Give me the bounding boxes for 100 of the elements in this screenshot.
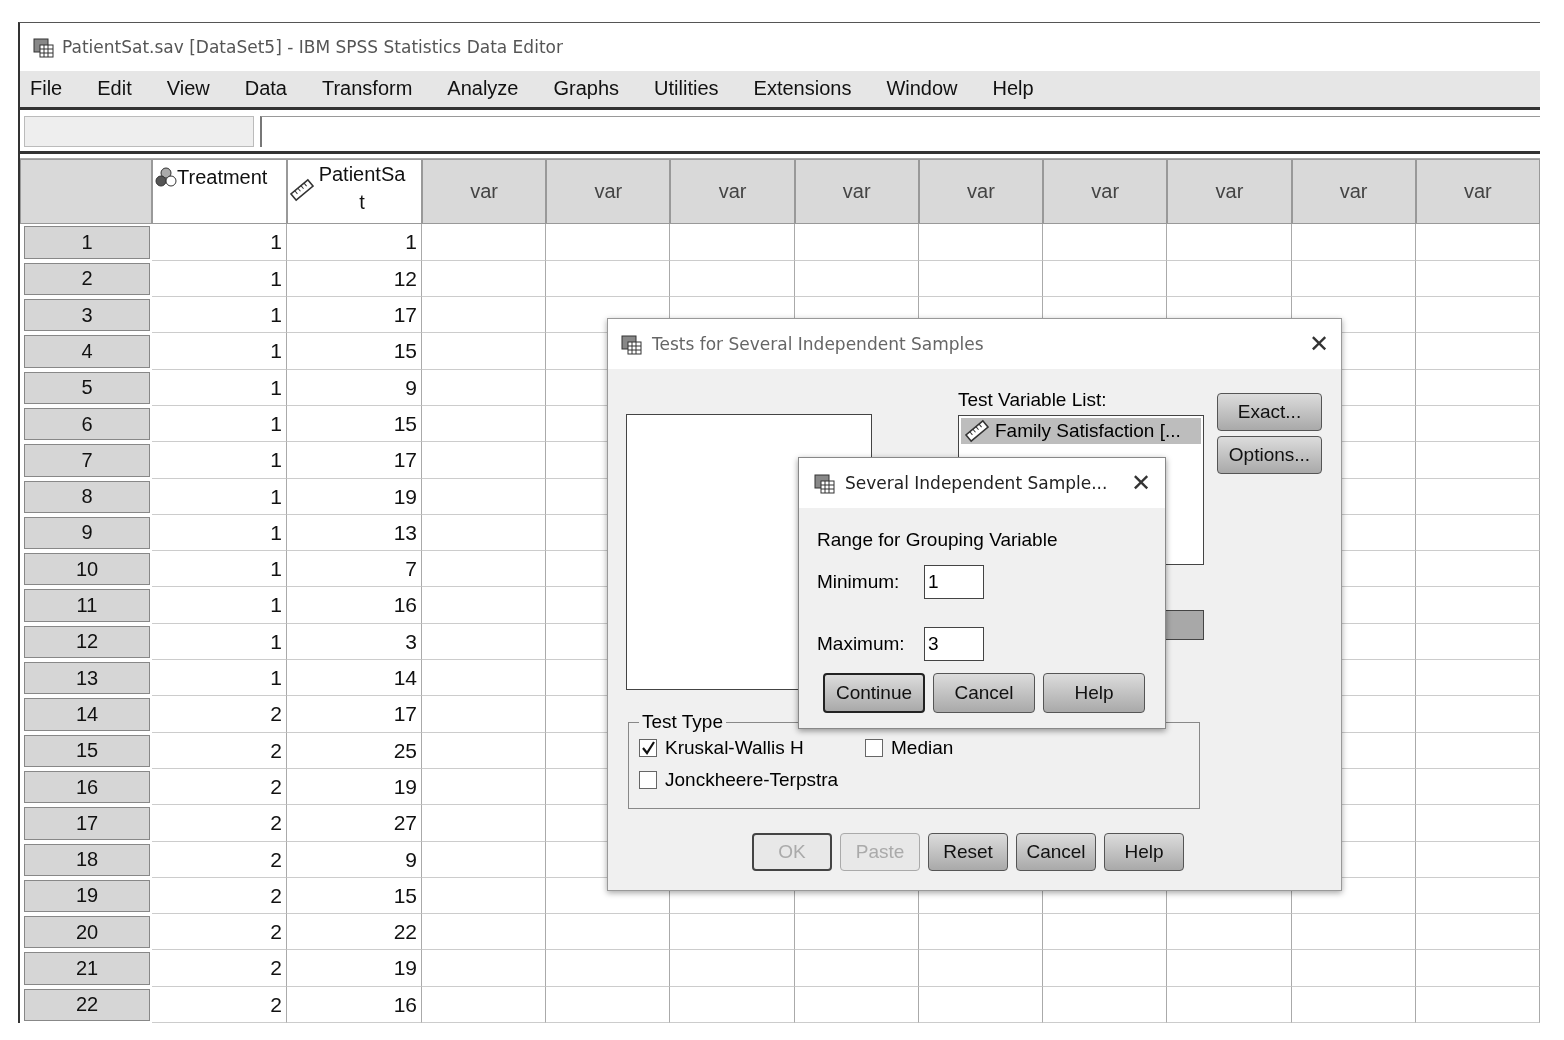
table-cell[interactable] bbox=[1415, 768, 1540, 806]
table-cell[interactable] bbox=[794, 260, 919, 298]
row-number[interactable]: 15 bbox=[24, 734, 150, 767]
table-cell[interactable] bbox=[1415, 514, 1540, 552]
table-cell[interactable]: 15 bbox=[287, 877, 422, 915]
table-cell[interactable] bbox=[546, 260, 671, 298]
checkbox-option[interactable]: Median bbox=[865, 737, 1189, 759]
table-cell[interactable] bbox=[1415, 623, 1540, 661]
table-cell[interactable]: 1 bbox=[152, 587, 287, 624]
table-cell[interactable] bbox=[1043, 914, 1168, 951]
row-number[interactable]: 13 bbox=[24, 662, 150, 695]
table-cell[interactable]: 1 bbox=[152, 514, 287, 552]
table-cell[interactable]: 3 bbox=[287, 623, 422, 661]
row-number[interactable]: 7 bbox=[24, 444, 150, 477]
table-cell[interactable] bbox=[546, 224, 671, 261]
dialog-button[interactable]: Help bbox=[1043, 673, 1145, 713]
table-cell[interactable]: 1 bbox=[287, 224, 422, 261]
table-cell[interactable]: 15 bbox=[287, 333, 422, 370]
table-cell[interactable] bbox=[1043, 986, 1168, 1023]
table-cell[interactable]: 13 bbox=[287, 514, 422, 552]
table-cell[interactable] bbox=[1415, 442, 1540, 479]
table-cell[interactable]: 19 bbox=[287, 478, 422, 515]
table-cell[interactable] bbox=[422, 224, 547, 261]
checkbox[interactable] bbox=[639, 771, 657, 789]
table-cell[interactable] bbox=[918, 986, 1044, 1023]
dialog-button[interactable]: Cancel bbox=[1016, 833, 1096, 871]
table-cell[interactable] bbox=[1415, 405, 1540, 443]
table-cell[interactable] bbox=[422, 369, 547, 406]
table-cell[interactable]: 17 bbox=[287, 696, 422, 733]
menu-item[interactable]: Graphs bbox=[549, 77, 650, 101]
dialog-button[interactable]: Reset bbox=[928, 833, 1008, 871]
table-cell[interactable]: 15 bbox=[287, 405, 422, 443]
table-cell[interactable] bbox=[670, 260, 795, 298]
table-cell[interactable] bbox=[422, 260, 547, 298]
table-cell[interactable] bbox=[1415, 732, 1540, 769]
menu-item[interactable]: Edit bbox=[93, 77, 162, 101]
table-cell[interactable] bbox=[918, 950, 1044, 987]
table-cell[interactable] bbox=[1415, 587, 1540, 624]
menu-item[interactable]: View bbox=[162, 77, 240, 101]
table-cell[interactable]: 2 bbox=[152, 768, 287, 806]
table-cell[interactable] bbox=[422, 660, 547, 697]
list-item[interactable]: Family Satisfaction [... bbox=[961, 418, 1201, 444]
column-header[interactable]: var bbox=[918, 159, 1044, 225]
menu-item[interactable]: Utilities bbox=[650, 77, 749, 101]
table-cell[interactable]: 1 bbox=[152, 405, 287, 443]
row-number[interactable]: 8 bbox=[24, 480, 150, 513]
table-cell[interactable] bbox=[794, 914, 919, 951]
table-cell[interactable] bbox=[1167, 950, 1292, 987]
table-cell[interactable]: 14 bbox=[287, 660, 422, 697]
column-header[interactable]: PatientSa t bbox=[287, 159, 422, 225]
table-cell[interactable] bbox=[422, 732, 547, 769]
table-cell[interactable] bbox=[1167, 224, 1292, 261]
table-cell[interactable] bbox=[1415, 805, 1540, 842]
table-cell[interactable] bbox=[1167, 914, 1292, 951]
dialog-button[interactable]: Cancel bbox=[933, 673, 1035, 713]
table-cell[interactable]: 2 bbox=[152, 696, 287, 733]
table-cell[interactable] bbox=[670, 950, 795, 987]
table-cell[interactable]: 1 bbox=[152, 442, 287, 479]
menu-item[interactable]: Help bbox=[988, 77, 1064, 101]
table-cell[interactable] bbox=[422, 297, 547, 334]
table-cell[interactable] bbox=[546, 914, 671, 951]
table-cell[interactable] bbox=[1291, 224, 1416, 261]
table-cell[interactable] bbox=[918, 260, 1044, 298]
table-cell[interactable]: 22 bbox=[287, 914, 422, 951]
table-cell[interactable] bbox=[422, 768, 547, 806]
table-cell[interactable] bbox=[1415, 333, 1540, 370]
table-cell[interactable] bbox=[1415, 986, 1540, 1023]
table-cell[interactable]: 2 bbox=[152, 877, 287, 915]
table-cell[interactable] bbox=[1291, 986, 1416, 1023]
row-number[interactable]: 2 bbox=[24, 262, 150, 296]
row-number[interactable]: 3 bbox=[24, 299, 150, 332]
table-cell[interactable]: 17 bbox=[287, 297, 422, 334]
table-cell[interactable] bbox=[422, 442, 547, 479]
row-number[interactable]: 14 bbox=[24, 698, 150, 731]
table-cell[interactable] bbox=[1415, 660, 1540, 697]
table-cell[interactable] bbox=[422, 333, 547, 370]
table-cell[interactable] bbox=[1415, 696, 1540, 733]
column-header[interactable]: var bbox=[670, 159, 795, 225]
table-cell[interactable] bbox=[422, 551, 547, 588]
row-number[interactable]: 5 bbox=[24, 371, 150, 404]
table-cell[interactable]: 25 bbox=[287, 732, 422, 769]
column-header[interactable]: var bbox=[546, 159, 671, 225]
table-cell[interactable] bbox=[1043, 950, 1168, 987]
table-cell[interactable] bbox=[1043, 224, 1168, 261]
column-header[interactable]: var bbox=[1415, 159, 1540, 225]
table-cell[interactable]: 1 bbox=[152, 623, 287, 661]
table-cell[interactable] bbox=[422, 914, 547, 951]
table-cell[interactable] bbox=[422, 805, 547, 842]
row-number[interactable]: 6 bbox=[24, 407, 150, 441]
menu-item[interactable]: Analyze bbox=[443, 77, 549, 101]
menu-item[interactable]: Extensions bbox=[749, 77, 882, 101]
column-header[interactable]: var bbox=[794, 159, 919, 225]
row-number[interactable]: 12 bbox=[24, 625, 150, 659]
table-cell[interactable] bbox=[1415, 260, 1540, 298]
row-number[interactable]: 21 bbox=[24, 952, 150, 985]
column-header[interactable]: Treatment bbox=[152, 159, 287, 225]
dialog-button[interactable]: Continue bbox=[823, 673, 925, 713]
checkbox-option[interactable]: Jonckheere-Terpstra bbox=[639, 769, 865, 791]
table-cell[interactable] bbox=[546, 950, 671, 987]
table-cell[interactable]: 2 bbox=[152, 841, 287, 878]
